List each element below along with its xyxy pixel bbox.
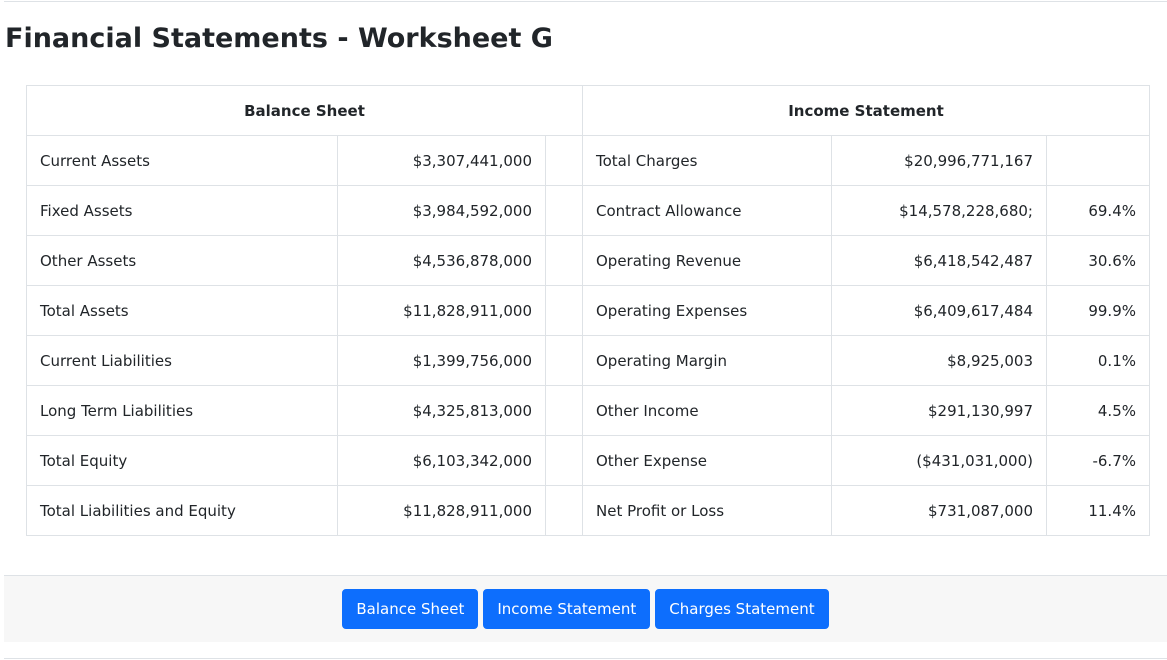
balance-value: $3,984,592,000 xyxy=(337,185,546,236)
table-row: Long Term Liabilities $4,325,813,000 Oth… xyxy=(26,385,1150,436)
balance-spacer-cell xyxy=(545,135,583,186)
income-label: Operating Revenue xyxy=(582,235,832,286)
balance-label: Fixed Assets xyxy=(26,185,338,236)
table-row: Current Assets $3,307,441,000 Total Char… xyxy=(26,135,1150,186)
balance-value: $6,103,342,000 xyxy=(337,435,546,486)
income-percent: 0.1% xyxy=(1046,335,1150,386)
footer-button-bar: Balance Sheet Income Statement Charges S… xyxy=(4,575,1167,642)
table-row: Total Equity $6,103,342,000 Other Expens… xyxy=(26,435,1150,486)
charges-statement-button[interactable]: Charges Statement xyxy=(655,589,829,629)
balance-label: Total Liabilities and Equity xyxy=(26,485,338,536)
income-percent xyxy=(1046,135,1150,186)
income-label: Total Charges xyxy=(582,135,832,186)
balance-label: Current Liabilities xyxy=(26,335,338,386)
income-value: $731,087,000 xyxy=(831,485,1047,536)
balance-value: $1,399,756,000 xyxy=(337,335,546,386)
balance-sheet-button[interactable]: Balance Sheet xyxy=(342,589,479,629)
income-statement-header: Income Statement xyxy=(582,85,1150,136)
balance-spacer-cell xyxy=(545,235,583,286)
table-header-row: Balance Sheet Income Statement xyxy=(26,85,1150,136)
balance-spacer-cell xyxy=(545,185,583,236)
balance-spacer-cell xyxy=(545,285,583,336)
income-percent: 30.6% xyxy=(1046,235,1150,286)
income-value: $8,925,003 xyxy=(831,335,1047,386)
balance-label: Total Assets xyxy=(26,285,338,336)
table-row: Total Liabilities and Equity $11,828,911… xyxy=(26,485,1150,536)
income-label: Net Profit or Loss xyxy=(582,485,832,536)
balance-value: $3,307,441,000 xyxy=(337,135,546,186)
income-value: $20,996,771,167 xyxy=(831,135,1047,186)
income-percent: 99.9% xyxy=(1046,285,1150,336)
balance-value: $11,828,911,000 xyxy=(337,485,546,536)
statement-button-group: Balance Sheet Income Statement Charges S… xyxy=(4,589,1167,629)
income-value: ($431,031,000) xyxy=(831,435,1047,486)
bottom-divider xyxy=(4,658,1167,659)
top-divider xyxy=(4,1,1167,2)
balance-label: Long Term Liabilities xyxy=(26,385,338,436)
table-row: Current Liabilities $1,399,756,000 Opera… xyxy=(26,335,1150,386)
table-row: Other Assets $4,536,878,000 Operating Re… xyxy=(26,235,1150,286)
balance-label: Current Assets xyxy=(26,135,338,186)
page-title: Financial Statements - Worksheet G xyxy=(5,23,553,54)
income-value: $14,578,228,680; xyxy=(831,185,1047,236)
balance-spacer-cell xyxy=(545,335,583,386)
income-percent: -6.7% xyxy=(1046,435,1150,486)
balance-sheet-header: Balance Sheet xyxy=(26,85,583,136)
balance-spacer-cell xyxy=(545,385,583,436)
balance-label: Total Equity xyxy=(26,435,338,486)
income-value: $6,418,542,487 xyxy=(831,235,1047,286)
income-percent: 11.4% xyxy=(1046,485,1150,536)
table-row: Fixed Assets $3,984,592,000 Contract All… xyxy=(26,185,1150,236)
balance-spacer-cell xyxy=(545,435,583,486)
balance-value: $4,325,813,000 xyxy=(337,385,546,436)
income-statement-button[interactable]: Income Statement xyxy=(483,589,651,629)
income-value: $291,130,997 xyxy=(831,385,1047,436)
income-label: Contract Allowance xyxy=(582,185,832,236)
income-label: Operating Expenses xyxy=(582,285,832,336)
financial-statements-table: Balance Sheet Income Statement Current A… xyxy=(26,85,1150,536)
income-label: Other Expense xyxy=(582,435,832,486)
income-label: Other Income xyxy=(582,385,832,436)
balance-label: Other Assets xyxy=(26,235,338,286)
balance-value: $11,828,911,000 xyxy=(337,285,546,336)
income-percent: 4.5% xyxy=(1046,385,1150,436)
balance-spacer-cell xyxy=(545,485,583,536)
income-label: Operating Margin xyxy=(582,335,832,386)
balance-value: $4,536,878,000 xyxy=(337,235,546,286)
table-row: Total Assets $11,828,911,000 Operating E… xyxy=(26,285,1150,336)
income-value: $6,409,617,484 xyxy=(831,285,1047,336)
income-percent: 69.4% xyxy=(1046,185,1150,236)
